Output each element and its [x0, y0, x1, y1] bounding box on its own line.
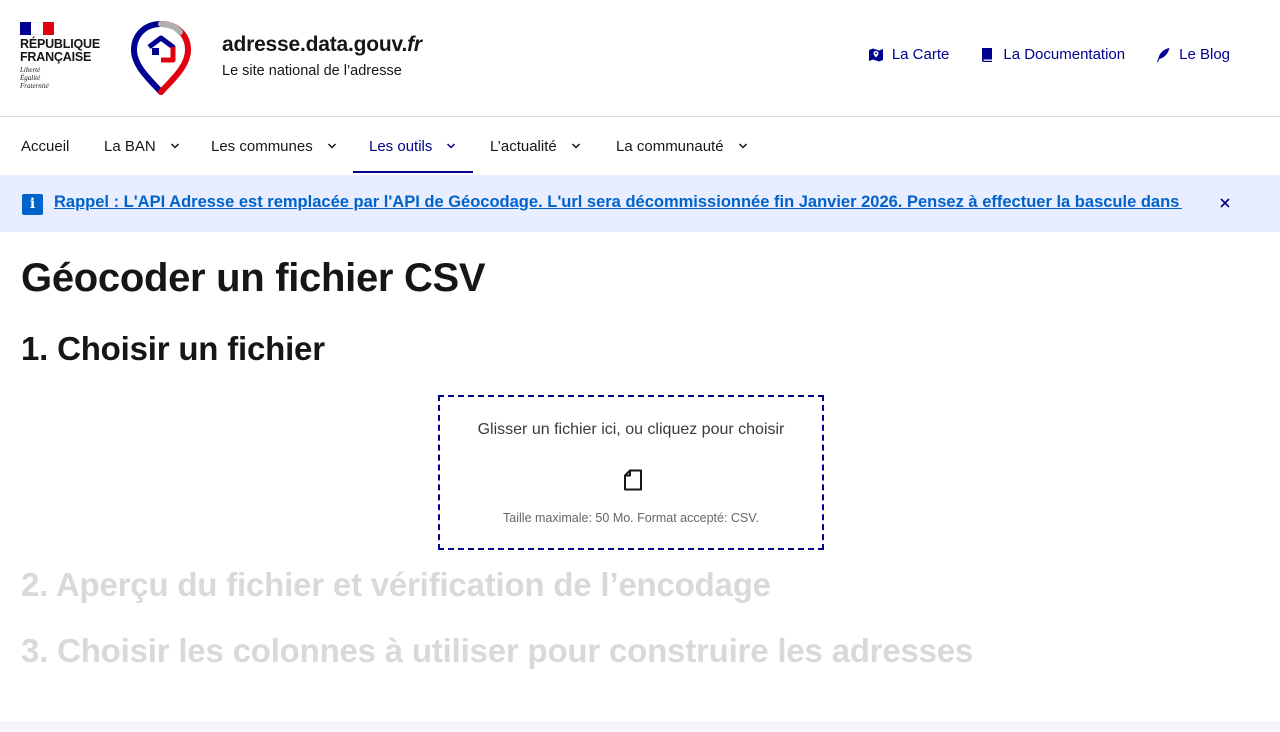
- nav-item-la-ban[interactable]: La BAN: [104, 118, 180, 174]
- chevron-down-icon: [447, 143, 456, 149]
- nav-item-label: L’actualité: [490, 137, 557, 155]
- main-navigation: Accueil La BAN Les communes Les outils L…: [0, 118, 1280, 174]
- footer-strip: [0, 721, 1280, 732]
- dropzone-text: Glisser un fichier ici, ou cliquez pour …: [477, 421, 785, 438]
- page-title: Géocoder un fichier CSV: [21, 256, 486, 300]
- nav-item-label: Les outils: [369, 137, 433, 155]
- close-icon: [1220, 198, 1230, 208]
- site-title-main: adresse.data.gouv.: [222, 33, 408, 56]
- header-quick-links: La Carte La Documentation Le Blog: [868, 46, 1230, 63]
- marianne-flag-icon: [20, 22, 54, 35]
- adresse-pin-logo-icon[interactable]: [130, 20, 192, 96]
- quick-link-blog-label: Le Blog: [1179, 46, 1230, 63]
- site-title[interactable]: adresse.data.gouv.fr: [222, 33, 422, 57]
- map-icon: [868, 48, 883, 61]
- nav-item-label: La BAN: [104, 137, 156, 155]
- dropzone-hint: Taille maximale: 50 Mo. Format accepté: …: [503, 511, 759, 525]
- nav-item-communaute[interactable]: La communauté: [616, 118, 748, 174]
- republique-francaise-logo[interactable]: République Française Liberté Égalité Fra…: [20, 22, 110, 90]
- quick-link-documentation-label: La Documentation: [1003, 46, 1126, 63]
- file-icon: [624, 469, 642, 491]
- quick-link-carte-label: La Carte: [891, 46, 950, 63]
- book-icon: [982, 47, 993, 62]
- nav-item-label: Les communes: [211, 137, 313, 155]
- notice-link[interactable]: Rappel : L'API Adresse est remplacée par…: [54, 193, 1182, 212]
- step-1-heading: 1. Choisir un fichier: [21, 330, 325, 367]
- site-title-ext: fr: [407, 33, 422, 56]
- step-2-heading: 2. Aperçu du fichier et vérification de …: [21, 566, 771, 603]
- active-nav-indicator: [353, 171, 473, 173]
- nav-item-label: Accueil: [21, 137, 70, 155]
- quick-link-carte[interactable]: La Carte: [868, 46, 950, 63]
- chevron-down-icon: [738, 143, 747, 149]
- nav-item-les-communes[interactable]: Les communes: [211, 118, 337, 174]
- info-icon: i: [22, 194, 43, 215]
- quick-link-blog[interactable]: Le Blog: [1155, 46, 1230, 63]
- chevron-down-icon: [571, 143, 580, 149]
- chevron-down-icon: [327, 143, 336, 149]
- quill-icon: [1157, 47, 1170, 62]
- close-notice-button[interactable]: [1216, 194, 1234, 212]
- nav-item-actualite[interactable]: L’actualité: [490, 118, 581, 174]
- notice-banner: i Rappel : L'API Adresse est remplacée p…: [0, 175, 1280, 232]
- quick-link-documentation[interactable]: La Documentation: [979, 46, 1125, 63]
- step-3-heading: 3. Choisir les colonnes à utiliser pour …: [21, 632, 974, 669]
- republique-francaise-label: République Française: [20, 37, 100, 64]
- nav-item-label: La communauté: [616, 137, 724, 155]
- republic-motto: Liberté Égalité Fraternité: [20, 66, 49, 90]
- file-dropzone[interactable]: Glisser un fichier ici, ou cliquez pour …: [438, 395, 824, 550]
- site-tagline: Le site national de l’adresse: [222, 63, 402, 79]
- chevron-down-icon: [170, 143, 179, 149]
- site-header: République Française Liberté Égalité Fra…: [0, 0, 1280, 117]
- nav-item-accueil[interactable]: Accueil: [21, 118, 69, 174]
- nav-item-les-outils[interactable]: Les outils: [369, 118, 456, 174]
